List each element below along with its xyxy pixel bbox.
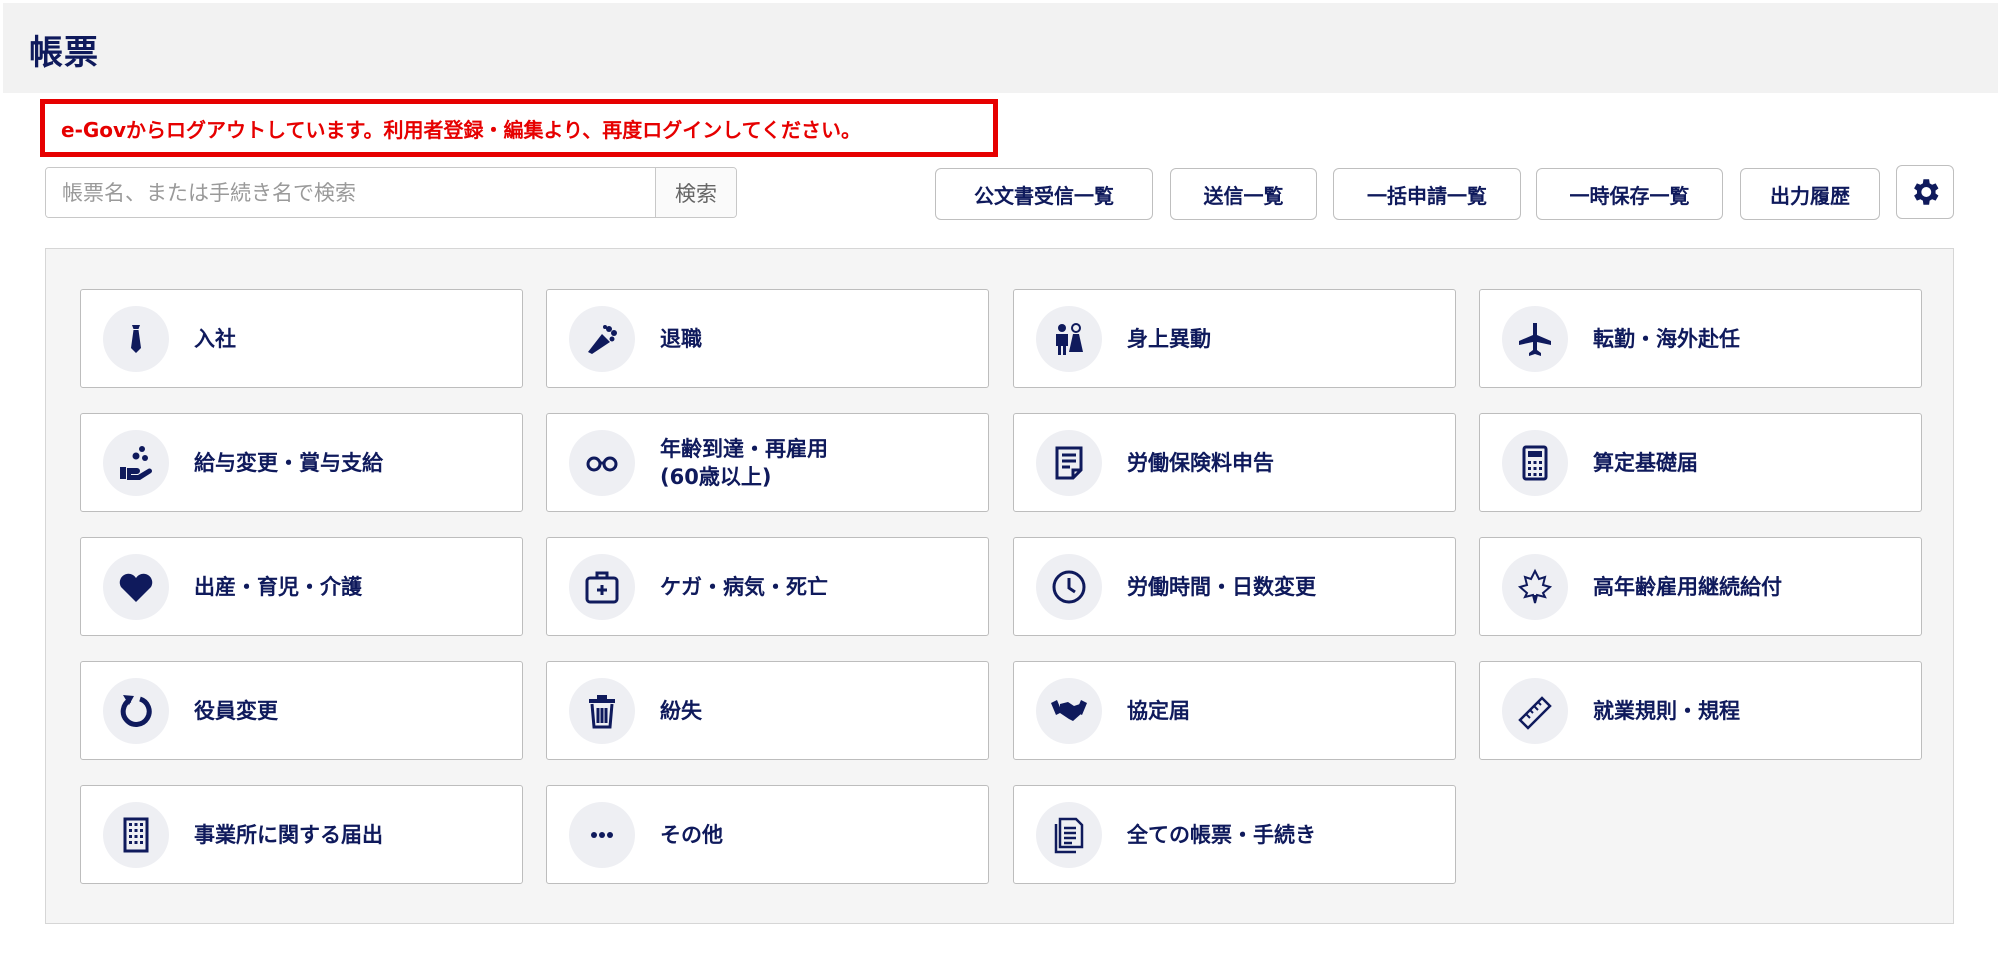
- category-card-kega[interactable]: ケガ・病気・死亡: [546, 537, 989, 636]
- category-label: 紛失: [660, 698, 702, 723]
- category-card-kyuyo[interactable]: 給与変更・賞与支給: [80, 413, 523, 512]
- hand-coins-icon: [120, 445, 152, 480]
- category-label: その他: [660, 822, 723, 847]
- handshake-icon: [1051, 699, 1087, 721]
- category-card-kounenrei[interactable]: 高年齢雇用継続給付: [1479, 537, 1922, 636]
- category-card-jigyousho[interactable]: 事業所に関する届出: [80, 785, 523, 884]
- category-label: 就業規則・規程: [1593, 698, 1740, 723]
- category-card-shugyo-kisoku[interactable]: 就業規則・規程: [1479, 661, 1922, 760]
- category-card-nenrei[interactable]: 年齢到達・再雇用 (60歳以上): [546, 413, 989, 512]
- category-card-sonota[interactable]: その他: [546, 785, 989, 884]
- official-docs-button[interactable]: 公文書受信一覧: [935, 168, 1153, 220]
- page-title: 帳票: [29, 33, 99, 73]
- category-label: 給与変更・賞与支給: [194, 450, 383, 475]
- category-card-yakuin[interactable]: 役員変更: [80, 661, 523, 760]
- category-label: 高年齢雇用継続給付: [1593, 574, 1782, 599]
- category-label: 出産・育児・介護: [194, 574, 362, 599]
- clock-icon: [1052, 570, 1086, 603]
- bouquet-icon: [588, 324, 617, 354]
- category-label: 年齢到達・再雇用 (60歳以上): [660, 436, 828, 489]
- category-label: ケガ・病気・死亡: [660, 574, 828, 599]
- output-history-button[interactable]: 出力履歴: [1740, 168, 1880, 220]
- search-button[interactable]: 検索: [655, 168, 736, 217]
- category-card-all[interactable]: 全ての帳票・手続き: [1013, 785, 1456, 884]
- category-label: 算定基礎届: [1593, 450, 1698, 475]
- category-label: 退職: [660, 326, 702, 351]
- category-label: 労働時間・日数変更: [1127, 574, 1316, 599]
- settings-button[interactable]: [1896, 165, 1954, 219]
- category-card-santei[interactable]: 算定基礎届: [1479, 413, 1922, 512]
- wedding-couple-icon: [1056, 322, 1083, 355]
- heart-icon: [119, 573, 153, 602]
- category-card-kyoutei[interactable]: 協定届: [1013, 661, 1456, 760]
- category-card-roudou-jikan[interactable]: 労働時間・日数変更: [1013, 537, 1456, 636]
- search-bar: 検索: [45, 167, 737, 218]
- ruler-icon: [1518, 695, 1552, 730]
- calculator-icon: [1522, 445, 1548, 480]
- documents-icon: [1054, 817, 1084, 853]
- maple-leaf-icon: [1517, 568, 1553, 603]
- batch-list-button[interactable]: 一括申請一覧: [1333, 168, 1521, 220]
- glasses-icon: [586, 456, 618, 471]
- category-label: 役員変更: [194, 698, 278, 723]
- trash-icon: [589, 694, 615, 728]
- category-card-tenkin[interactable]: 転勤・海外赴任: [1479, 289, 1922, 388]
- category-label: 労働保険料申告: [1127, 450, 1274, 475]
- category-card-taishoku[interactable]: 退職: [546, 289, 989, 388]
- logout-alert: e-Govからログアウトしています。利用者登録・編集より、再度ログインしてくださ…: [40, 99, 998, 157]
- airplane-icon: [1519, 322, 1551, 356]
- document-icon: [1055, 446, 1083, 479]
- category-card-shussan[interactable]: 出産・育児・介護: [80, 537, 523, 636]
- category-label: 入社: [194, 326, 236, 351]
- gear-icon: [1914, 179, 1939, 205]
- building-icon: [123, 817, 149, 852]
- category-panel: 入社 退職 身上異動 転勤・海外赴任 給与変更・賞与支給 年齢到達・再雇用 (6…: [45, 248, 1954, 924]
- category-card-nyusha[interactable]: 入社: [80, 289, 523, 388]
- category-card-roudou-hoken[interactable]: 労働保険料申告: [1013, 413, 1456, 512]
- category-label: 全ての帳票・手続き: [1127, 822, 1316, 847]
- category-label: 協定届: [1127, 698, 1190, 723]
- page-header: 帳票: [3, 3, 1998, 93]
- temp-saved-button[interactable]: 一時保存一覧: [1536, 168, 1723, 220]
- category-card-shinjo-ido[interactable]: 身上異動: [1013, 289, 1456, 388]
- category-label: 身上異動: [1127, 326, 1211, 351]
- sent-list-button[interactable]: 送信一覧: [1170, 168, 1317, 220]
- category-label: 転勤・海外赴任: [1593, 326, 1740, 351]
- search-input[interactable]: [46, 168, 655, 217]
- category-card-funshitsu[interactable]: 紛失: [546, 661, 989, 760]
- necktie-icon: [131, 324, 141, 353]
- category-label: 事業所に関する届出: [194, 822, 383, 847]
- refresh-icon: [120, 694, 152, 727]
- first-aid-kit-icon: [585, 571, 619, 603]
- more-icon: [591, 831, 613, 838]
